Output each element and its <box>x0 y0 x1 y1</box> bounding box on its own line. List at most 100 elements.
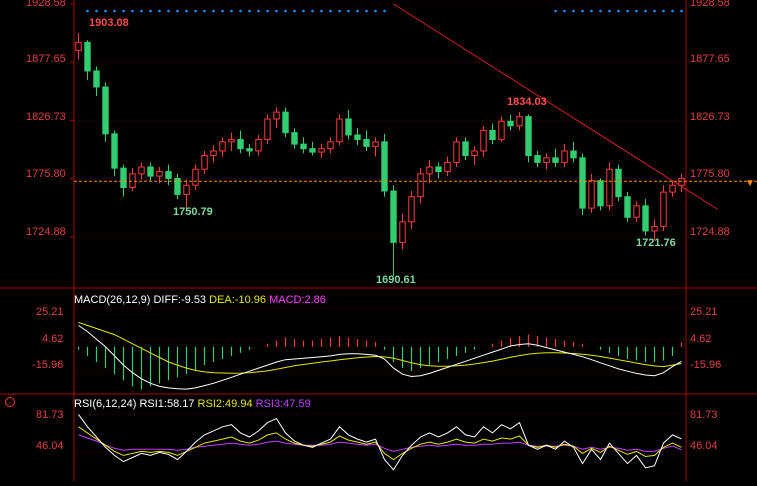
candle-body-9 <box>156 171 163 177</box>
candle-body-39 <box>426 166 433 175</box>
macd-value-label: MACD:2.86 <box>269 294 326 306</box>
candle-body-8 <box>147 166 154 177</box>
signal-dot-23 <box>284 9 287 13</box>
rsi1-label: RSI1:58.17 <box>139 398 195 410</box>
signal-dot-22 <box>275 9 278 13</box>
signal-dot-58 <box>599 9 602 13</box>
signal-dot-4 <box>113 9 116 13</box>
signal-dot-25 <box>302 9 305 13</box>
macd-tick-left-1: 25.21 <box>36 306 64 318</box>
rsi2-label: RSI2:49.94 <box>197 398 253 410</box>
candle-body-54 <box>561 150 568 163</box>
candle-body-20 <box>255 139 262 152</box>
candle-body-17 <box>228 139 235 143</box>
candle-body-35 <box>390 190 397 243</box>
signal-dot-30 <box>347 9 350 13</box>
candle-body-23 <box>282 111 289 134</box>
candle-body-37 <box>408 196 415 223</box>
candle-body-64 <box>651 225 658 232</box>
candle-body-42 <box>453 141 460 163</box>
candle-body-30 <box>345 118 352 136</box>
candle-body-2 <box>93 70 100 88</box>
annotation-peak: 1834.03 <box>507 96 547 108</box>
signal-dot-16 <box>221 9 224 13</box>
signal-dot-19 <box>248 9 251 13</box>
signal-dot-3 <box>104 9 107 13</box>
candle-body-26 <box>309 148 316 153</box>
price-tick-left-4: 1775.80 <box>26 168 66 180</box>
candle-body-22 <box>273 111 280 120</box>
signal-dot-32 <box>365 9 368 13</box>
signal-dot-55 <box>572 9 575 13</box>
candle-body-46 <box>489 129 496 141</box>
candle-body-12 <box>183 184 190 195</box>
price-tick-right-2: 1877.65 <box>690 53 730 65</box>
macd-tick-left-2: 4.62 <box>42 333 64 345</box>
signal-dot-24 <box>293 9 296 13</box>
signal-dot-59 <box>608 9 611 13</box>
signal-dot-15 <box>212 9 215 13</box>
signal-dot-61 <box>626 9 629 13</box>
signal-dot-17 <box>230 9 233 13</box>
candle-body-19 <box>246 148 253 152</box>
price-tick-left-3: 1826.73 <box>26 111 66 123</box>
price-tick-right-1: 1928.58 <box>690 0 730 9</box>
signal-dot-8 <box>149 9 152 13</box>
price-tick-right-5: 1724.88 <box>690 226 730 238</box>
candle-body-51 <box>534 155 541 163</box>
candle-body-56 <box>579 157 586 209</box>
candle-body-14 <box>201 155 208 170</box>
annotation-high: 1903.08 <box>89 17 129 29</box>
macd-tick-right-2: 4.62 <box>690 333 712 345</box>
signal-dot-34 <box>383 9 386 13</box>
signal-dot-62 <box>635 9 638 13</box>
candle-body-65 <box>660 191 667 227</box>
candle-body-13 <box>192 168 199 186</box>
rsi1-line <box>78 414 682 471</box>
signal-dot-13 <box>194 9 197 13</box>
rsi-layer <box>78 414 682 471</box>
signal-dot-60 <box>617 9 620 13</box>
annotation-low-c: 1721.76 <box>636 237 676 249</box>
macd-dea-label: DEA:-10.96 <box>209 294 266 306</box>
candle-body-24 <box>291 132 298 145</box>
macd-diff-label: DIFF:-9.53 <box>153 294 207 306</box>
candle-body-45 <box>480 129 487 152</box>
settings-icon[interactable] <box>5 397 15 407</box>
signal-dot-6 <box>131 9 134 13</box>
candle-body-31 <box>354 134 361 141</box>
candle-body-29 <box>336 118 343 143</box>
signal-dot-12 <box>185 9 188 13</box>
signal-dot-20 <box>257 9 260 13</box>
candle-body-4 <box>111 133 118 169</box>
candle-body-1 <box>84 41 91 72</box>
price-tick-right-4: 1775.80 <box>690 168 730 180</box>
macd-layer <box>77 321 683 390</box>
rsi3-label: RSI3:47.59 <box>255 398 311 410</box>
macd-tick-right-1: 25.21 <box>690 306 718 318</box>
price-tick-right-3: 1826.73 <box>690 111 730 123</box>
candle-body-49 <box>516 116 523 127</box>
candle-body-40 <box>435 166 442 173</box>
signal-dot-26 <box>311 9 314 13</box>
signal-dot-10 <box>167 9 170 13</box>
candle-body-48 <box>507 120 514 127</box>
signal-dot-66 <box>671 9 674 13</box>
candle-body-27 <box>318 148 325 153</box>
candle-body-52 <box>543 157 550 163</box>
chart-stage: MACD(26,12,9) DIFF:-9.53 DEA:-10.96 MACD… <box>0 0 757 481</box>
signal-dot-9 <box>158 9 161 13</box>
rsi-tick-right-2: 46.04 <box>690 440 718 452</box>
candle-body-28 <box>327 141 334 150</box>
candle-body-15 <box>210 150 217 157</box>
candle-body-36 <box>399 221 406 243</box>
candle-body-57 <box>588 180 595 209</box>
signal-dot-31 <box>356 9 359 13</box>
signal-dot-2 <box>95 9 98 13</box>
rsi-params: RSI(6,12,24) <box>74 398 137 410</box>
price-candles <box>74 3 757 276</box>
candle-body-61 <box>624 196 631 218</box>
annotation-low-a: 1750.79 <box>173 206 213 218</box>
price-tick-left-1: 1928.58 <box>26 0 66 9</box>
candle-body-44 <box>471 150 478 157</box>
